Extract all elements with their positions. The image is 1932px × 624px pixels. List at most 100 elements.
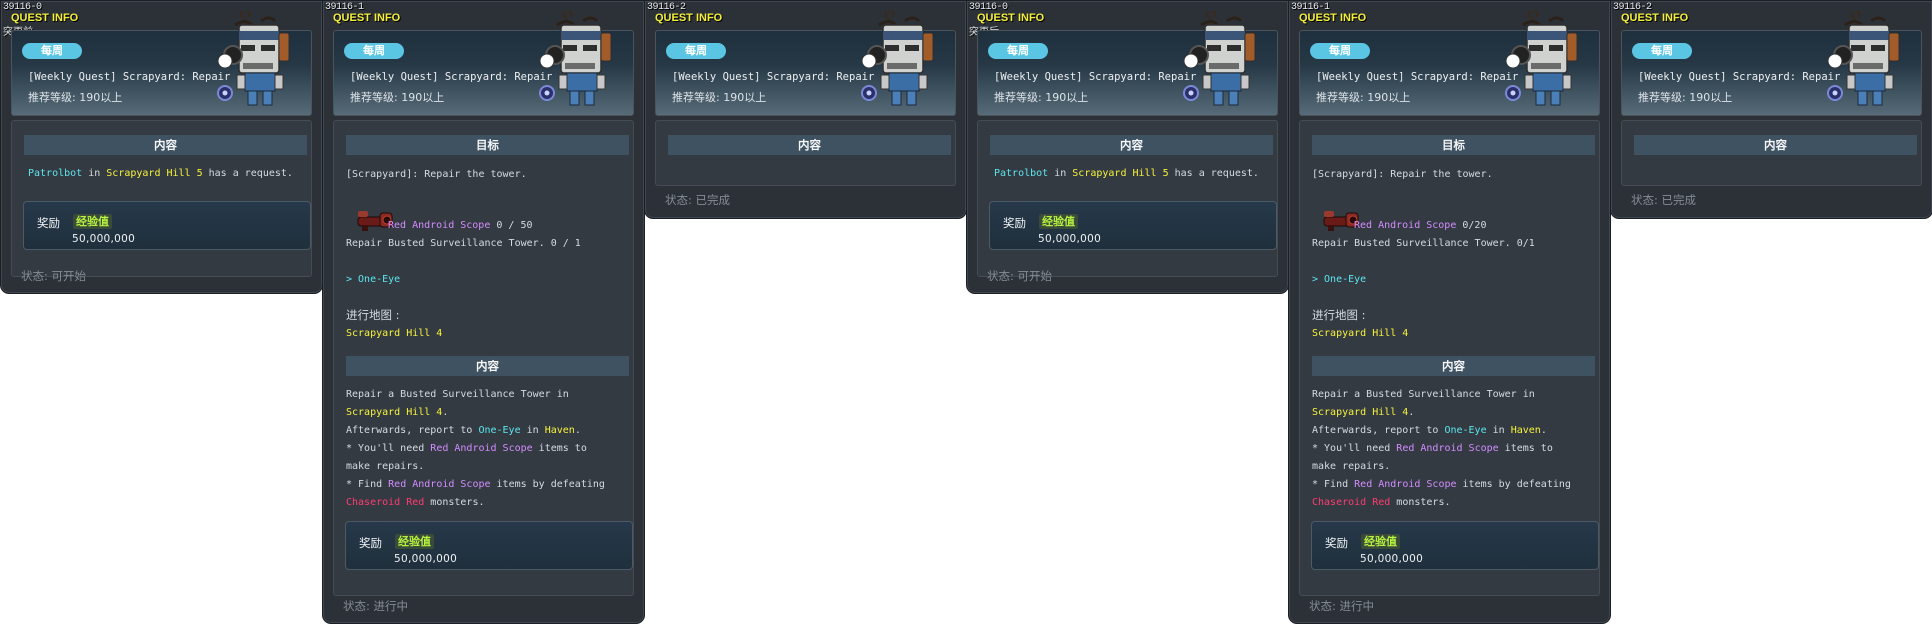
text-span: has a request. [1168, 168, 1259, 179]
description-segment: in [1486, 425, 1511, 436]
description-line: make repairs. [1312, 458, 1390, 476]
text-span: in [82, 168, 107, 179]
description-segment: items to [1498, 443, 1553, 454]
exp-tag: 经验值 [395, 534, 434, 549]
description-segment: . [574, 425, 581, 436]
content-section-title: 内容 [1312, 356, 1595, 376]
quest-info-panel: 39116-2 QUEST INFO 每周 [Weekly Quest] Scrapy… [1610, 0, 1932, 219]
description-line: * Find Red Android Scope items by defeat… [346, 476, 605, 494]
description-segment: Red Android Scope [1354, 479, 1457, 490]
description-segment: Afterwards, report to [346, 425, 479, 436]
reward-value: 50,000,000 [394, 553, 458, 565]
recommended-level: 推荐等级: 190以上 [28, 91, 123, 104]
reward-value: 50,000,000 [1038, 233, 1102, 245]
patrolbot-robot-icon [861, 11, 934, 106]
quest-body: 目标 [Scrapyard]: Repair the tower. Red And… [1299, 120, 1600, 596]
description-segment: items by defeating [490, 479, 605, 490]
quest-status: 状态: 可开始 [987, 269, 1053, 283]
goal-section-title: 目标 [346, 135, 629, 155]
goal-text: [Scrapyard]: Repair the tower. [346, 169, 527, 180]
goal-section-title: 目标 [1312, 135, 1595, 155]
quest-body: 内容 [1621, 120, 1922, 186]
description-line: Repair a Busted Surveillance Tower in [1312, 386, 1535, 404]
item-count: 0/20 [1456, 220, 1487, 231]
quest-info-panel: 39116-0QUEST INFO突更后每周[Weekly Quest] Scr… [966, 0, 1289, 294]
npc-link[interactable]: > One-Eye [1312, 271, 1366, 289]
quest-name: [Weekly Quest] Scrapyard: Repair [672, 71, 875, 83]
description-line: * You'll need Red Android Scope items to [346, 440, 587, 458]
description-line: * You'll need Red Android Scope items to [1312, 440, 1553, 458]
description-segment: Repair a Busted Surveillance Tower in [1312, 389, 1535, 400]
quest-status: 状态: 进行中 [1309, 599, 1375, 613]
patrolbot-robot-icon [539, 11, 612, 106]
quest-info-panel: 39116-1 QUEST INFO 每周 [Weekly Quest] Scrapy… [322, 0, 645, 624]
quest-name: [Weekly Quest] Scrapyard: Repair [350, 71, 553, 83]
content-section-title: 内容 [668, 135, 951, 155]
quest-status: 状态: 进行中 [343, 599, 409, 613]
description-segment: Repair a Busted Surveillance Tower in [346, 389, 569, 400]
item-name: Red Android Scope [1354, 220, 1457, 231]
goal-text: [Scrapyard]: Repair the tower. [1312, 169, 1493, 180]
patrolbot-robot-icon [217, 11, 290, 106]
map-name[interactable]: Scrapyard Hill 4 [1312, 325, 1408, 343]
description-segment: Red Android Scope [1396, 443, 1499, 454]
text-span: in [1048, 168, 1073, 179]
recommended-level: 推荐等级: 190以上 [994, 91, 1089, 104]
description-segment: make repairs. [1312, 461, 1391, 472]
description-segment: . [442, 407, 449, 418]
description-segment: * You'll need [346, 443, 431, 454]
item-progress: Red Android Scope 0 / 50 [388, 217, 533, 235]
description-segment: One-Eye [478, 425, 521, 436]
description-segment: monsters. [424, 497, 485, 508]
map-name[interactable]: Scrapyard Hill 4 [346, 325, 442, 343]
map-label: 进行地图 : [1312, 308, 1366, 322]
description-segment: Scrapyard Hill 4 [346, 407, 443, 418]
content-section-title: 内容 [1634, 135, 1917, 155]
content-section-title: 内容 [990, 135, 1273, 155]
description-line: Scrapyard Hill 4. [346, 404, 448, 422]
description-segment: in [520, 425, 545, 436]
content-section-title: 内容 [24, 135, 307, 155]
map-label: 进行地图 : [346, 308, 400, 322]
description-line: Afterwards, report to One-Eye in Haven. [346, 422, 581, 440]
weekly-badge: 每周 [1632, 43, 1692, 59]
reward-box: 奖励 经验值 50,000,000 [1311, 521, 1599, 570]
description-line: Afterwards, report to One-Eye in Haven. [1312, 422, 1547, 440]
content-line: Patrolbot in Scrapyard Hill 5 has a requ… [994, 165, 1259, 183]
description-line: Repair a Busted Surveillance Tower in [346, 386, 569, 404]
item-count: 0 / 50 [490, 220, 533, 231]
weekly-badge: 每周 [666, 43, 726, 59]
description-segment: monsters. [1390, 497, 1451, 508]
quest-header: 每周 [Weekly Quest] Scrapyard: Repair 推荐等级: … [333, 11, 634, 116]
item-name: Red Android Scope [388, 220, 491, 231]
weekly-badge: 每周 [344, 43, 404, 59]
description-line: Chaseroid Red monsters. [346, 494, 485, 512]
description-segment: items to [532, 443, 587, 454]
description-segment: Haven [1510, 425, 1541, 436]
quest-info-panel: 39116-0QUEST INFO突更前每周[Weekly Quest] Scr… [0, 0, 323, 294]
description-segment: One-Eye [1444, 425, 1487, 436]
description-segment: items by defeating [1456, 479, 1571, 490]
recommended-level: 推荐等级: 190以上 [350, 91, 445, 104]
patrolbot-robot-icon [1505, 11, 1578, 106]
map-name: Scrapyard Hill 5 [1072, 168, 1169, 179]
reward-box: 奖励 经验值 50,000,000 [23, 201, 311, 250]
reward-box: 奖励 经验值 50,000,000 [989, 201, 1277, 250]
reward-label: 奖励 [1003, 216, 1026, 230]
reward-value: 50,000,000 [72, 233, 136, 245]
quest-body: 目标 [Scrapyard]: Repair the tower. Red And… [333, 120, 634, 596]
npc-link[interactable]: > One-Eye [346, 271, 400, 289]
quest-header: 每周 [Weekly Quest] Scrapyard: Repair 推荐等级: … [11, 11, 312, 116]
quest-header: 每周 [Weekly Quest] Scrapyard: Repair 推荐等级: … [977, 11, 1278, 116]
quest-header: 每周 [Weekly Quest] Scrapyard: Repair 推荐等级: … [655, 11, 956, 116]
description-segment: . [1408, 407, 1415, 418]
weekly-badge: 每周 [1310, 43, 1370, 59]
quest-status: 状态: 已完成 [1631, 193, 1697, 207]
description-segment: Chaseroid Red [1312, 497, 1391, 508]
quest-header: 每周 [Weekly Quest] Scrapyard: Repair 推荐等级: … [1621, 11, 1922, 116]
quest-name: [Weekly Quest] Scrapyard: Repair [994, 71, 1197, 83]
weekly-badge: 每周 [22, 43, 82, 59]
npc-name: Patrolbot [994, 168, 1049, 179]
quest-body: 内容 [655, 120, 956, 186]
description-segment: make repairs. [346, 461, 425, 472]
